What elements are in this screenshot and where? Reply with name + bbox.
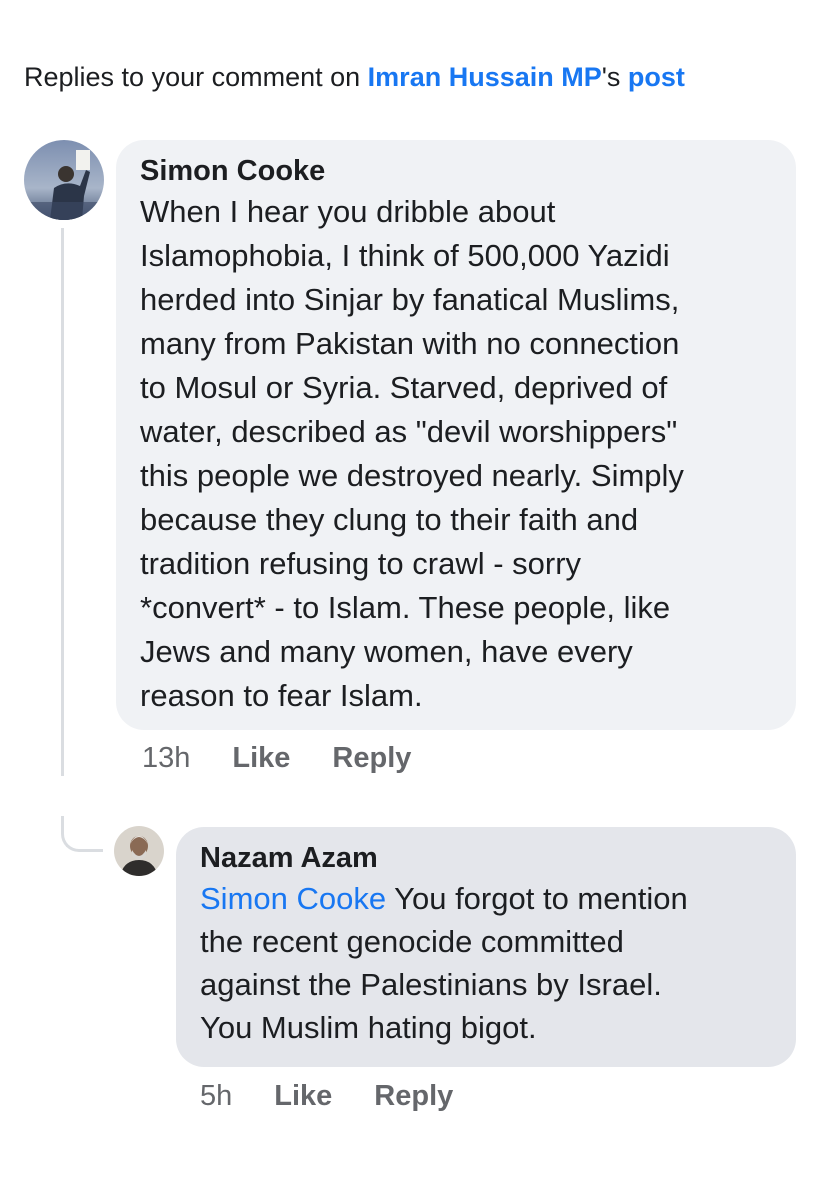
- comment-timestamp[interactable]: 13h: [142, 742, 190, 775]
- comment-author[interactable]: Simon Cooke: [140, 152, 772, 190]
- reply-timestamp[interactable]: 5h: [200, 1080, 232, 1113]
- post-link[interactable]: post: [628, 62, 685, 92]
- reply-actions: 5h Like Reply: [200, 1080, 495, 1113]
- comment-text: When I hear you dribble about Islamophob…: [140, 194, 684, 713]
- page-name-link[interactable]: Imran Hussain MP: [368, 62, 602, 92]
- profile-photo-icon: [114, 826, 164, 876]
- reply-button[interactable]: Reply: [374, 1080, 453, 1113]
- like-button[interactable]: Like: [232, 742, 290, 775]
- comment-replies-page: Replies to your comment on Imran Hussain…: [0, 0, 820, 1200]
- reply-text: Simon Cooke You forgot to mention the re…: [200, 877, 772, 1049]
- reply-author[interactable]: Nazam Azam: [200, 839, 772, 877]
- reply-bubble: Nazam Azam Simon Cooke You forgot to men…: [176, 827, 796, 1067]
- simon-cooke-avatar[interactable]: [24, 140, 104, 220]
- thread-line: [61, 228, 64, 776]
- header-prefix: Replies to your comment on: [24, 62, 368, 92]
- thread-connector: [61, 816, 103, 852]
- reply-button[interactable]: Reply: [332, 742, 411, 775]
- mention-link[interactable]: Simon Cooke: [200, 881, 386, 916]
- replies-header: Replies to your comment on Imran Hussain…: [24, 62, 685, 93]
- like-button[interactable]: Like: [274, 1080, 332, 1113]
- comment-bubble: Simon Cooke When I hear you dribble abou…: [116, 140, 796, 730]
- profile-photo-icon: [24, 140, 104, 220]
- comment-actions: 13h Like Reply: [142, 742, 453, 775]
- nazam-azam-avatar[interactable]: [114, 826, 164, 876]
- header-possessive: 's: [601, 62, 628, 92]
